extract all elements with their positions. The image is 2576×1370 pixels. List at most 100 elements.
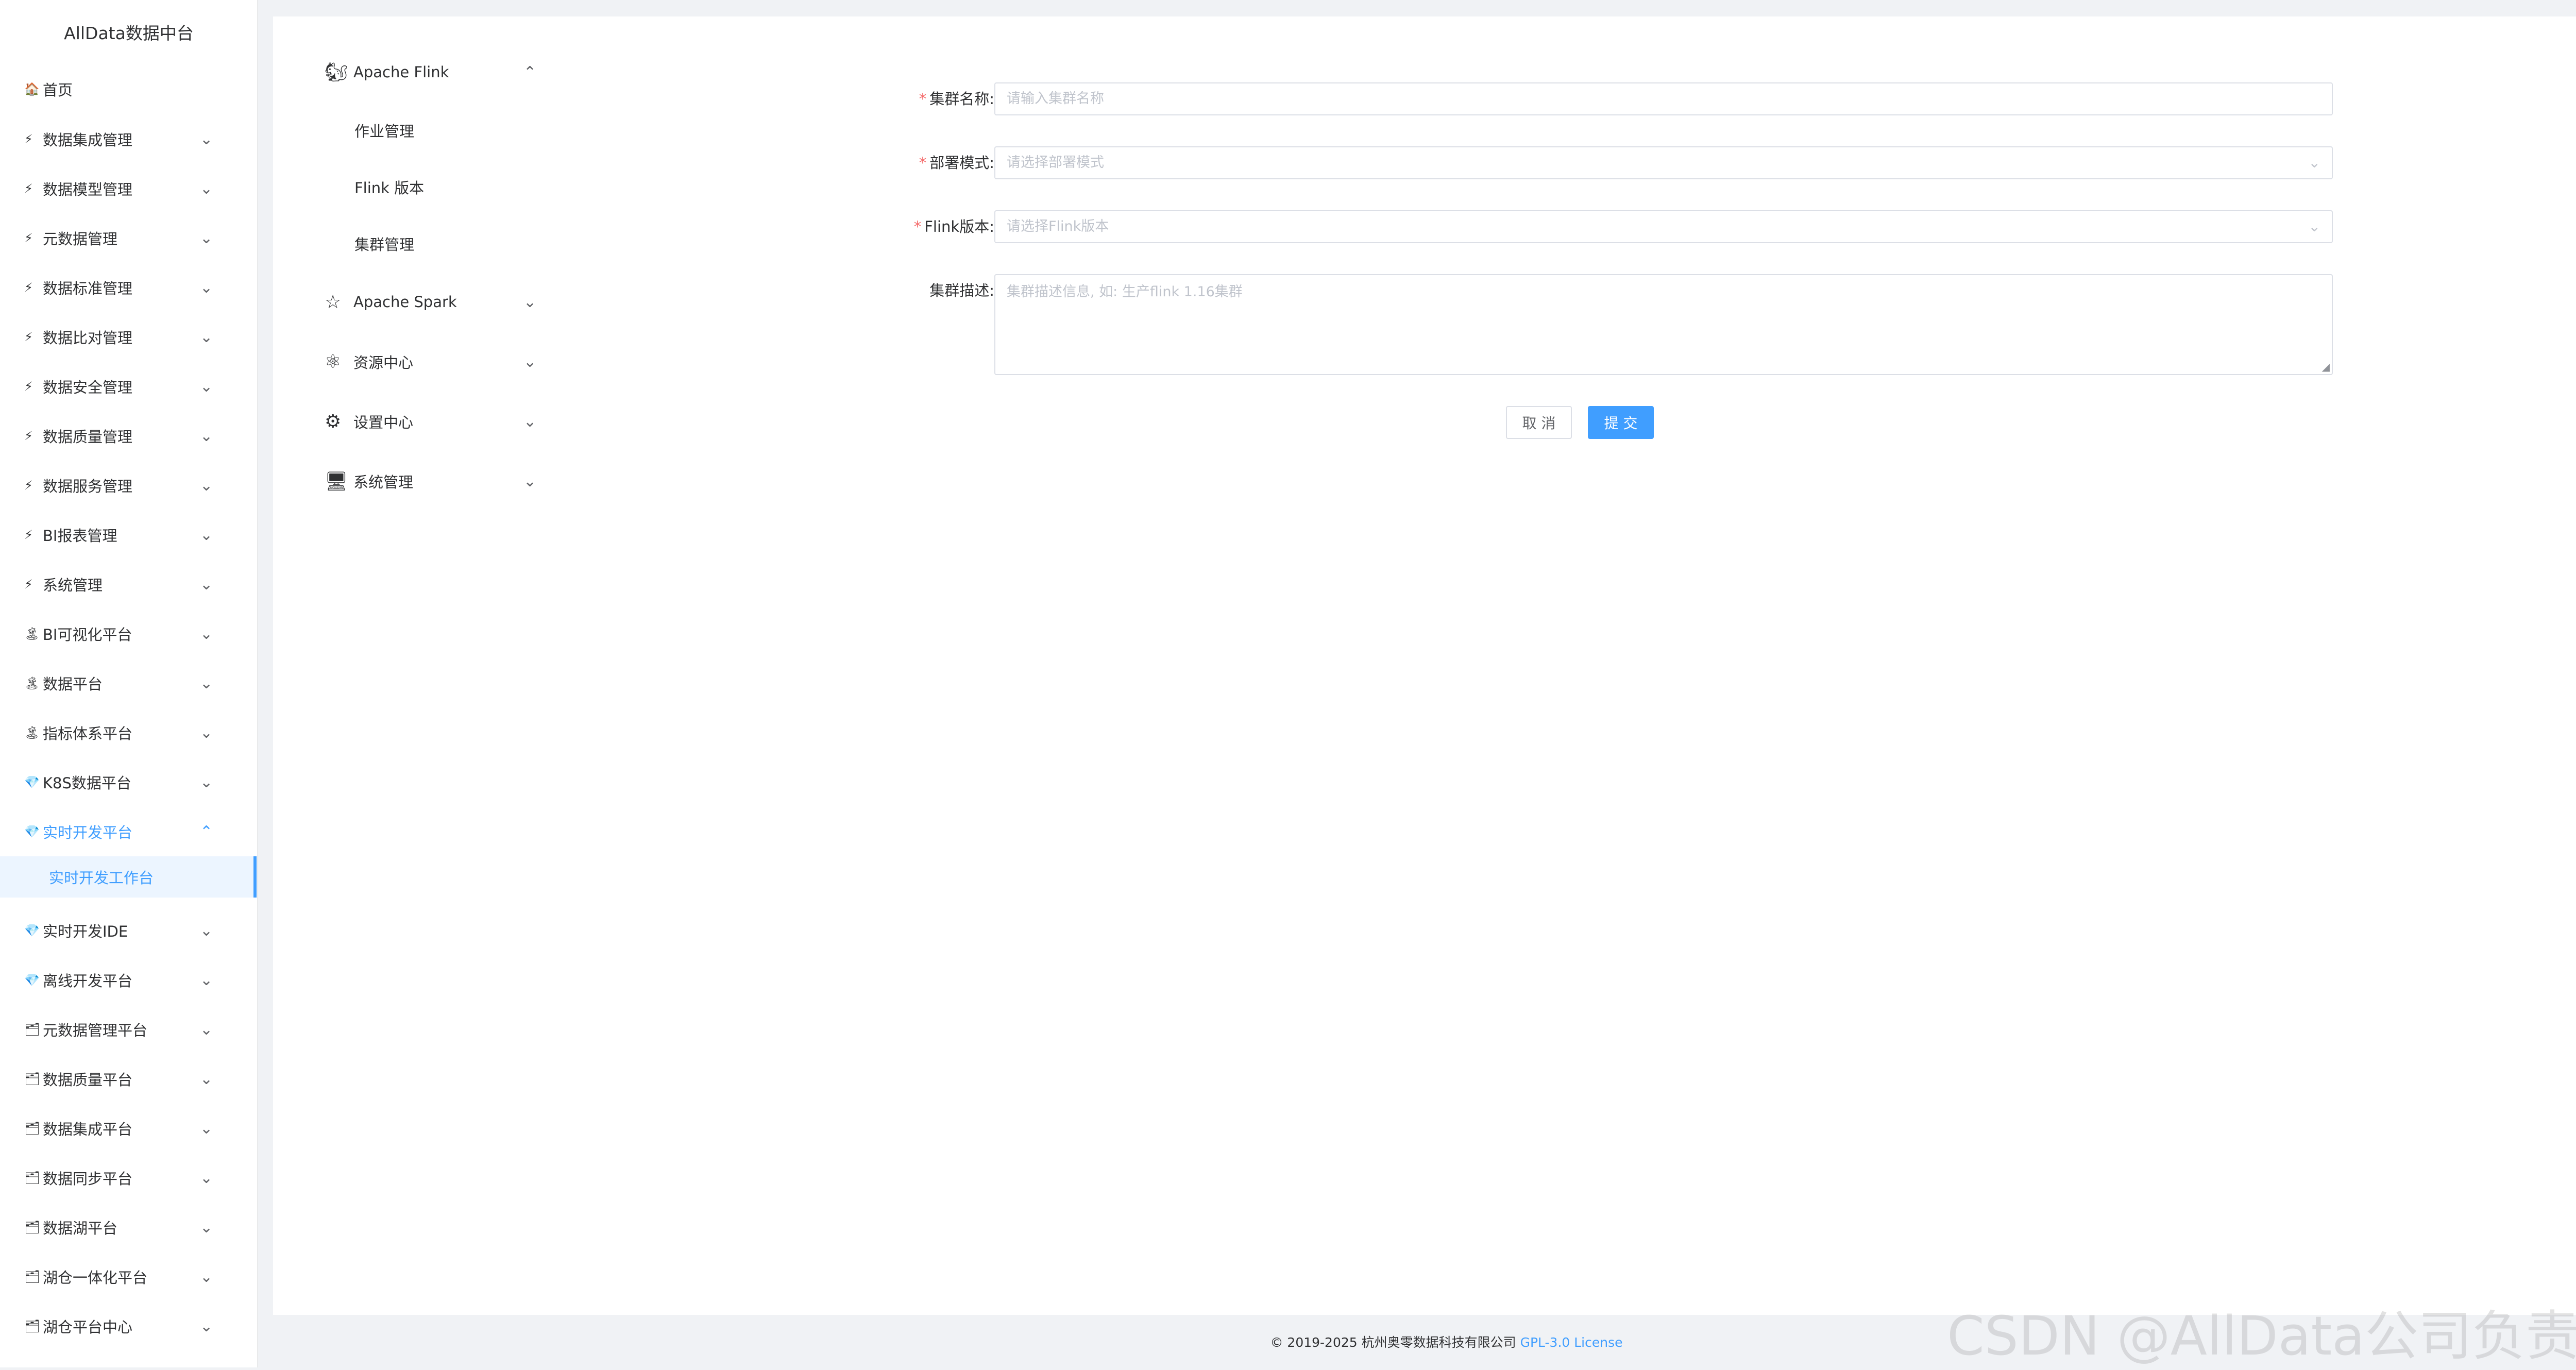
sidebar-item[interactable]: 🗂 湖仓一体化平台 ⌄ bbox=[0, 1252, 257, 1301]
menu-apache-flink[interactable]: 🐿 Apache Flink ⌃ bbox=[325, 52, 814, 93]
menu-group-label: 系统管理 bbox=[353, 473, 414, 491]
chevron-down-icon: ⌄ bbox=[200, 377, 213, 396]
sidebar-item[interactable]: ⚡ 系统管理 ⌄ bbox=[0, 560, 257, 609]
sidebar-subitem-realtime-workbench[interactable]: 实时开发工作台 bbox=[0, 856, 257, 898]
menu-group-label: 资源中心 bbox=[353, 354, 414, 371]
sidebar-item-label: 数据集成平台 bbox=[43, 1121, 133, 1138]
resize-handle-icon[interactable]: ◢ bbox=[2322, 361, 2330, 373]
chevron-down-icon: ⌄ bbox=[200, 674, 213, 692]
sidebar-item[interactable]: 🗂 数据质量平台 ⌄ bbox=[0, 1054, 257, 1104]
menu-group-label: Apache Flink bbox=[353, 63, 449, 81]
gem-icon: 💎 bbox=[24, 923, 40, 938]
chevron-down-icon: ⌄ bbox=[200, 278, 213, 297]
sidebar-item[interactable]: 🗂 元数据管理平台 ⌄ bbox=[0, 1005, 257, 1054]
menu-system-management[interactable]: 🖥 系统管理 ⌄ bbox=[325, 461, 814, 502]
sidebar-item-label: 指标体系平台 bbox=[43, 725, 133, 742]
sidebar-item[interactable]: 🏝 BI可视化平台 ⌄ bbox=[0, 609, 257, 658]
watermark: CSDN @AllData公司负责人 bbox=[1947, 1305, 2576, 1367]
chevron-down-icon: ⌄ bbox=[200, 1317, 213, 1335]
sidebar-item[interactable]: 💎 实时开发IDE ⌄ bbox=[0, 906, 257, 955]
sidebar-item[interactable]: ⚡ 数据服务管理 ⌄ bbox=[0, 461, 257, 510]
stack-icon: 🗂 bbox=[24, 1022, 40, 1037]
chevron-up-icon: ⌃ bbox=[200, 822, 213, 841]
deploy-mode-label: * 部署模式: bbox=[919, 154, 994, 172]
sidebar-item[interactable]: ⚡ 数据集成管理 ⌄ bbox=[0, 114, 257, 164]
chevron-down-icon: ⌄ bbox=[523, 412, 537, 431]
chevron-down-icon: ⌄ bbox=[200, 526, 213, 544]
sidebar-item[interactable]: ⚡ 元数据管理 ⌄ bbox=[0, 213, 257, 263]
bolt-icon: ⚡ bbox=[24, 280, 33, 295]
sidebar-item-label: 湖仓平台中心 bbox=[43, 1318, 133, 1336]
sidebar-item-label: 数据集成管理 bbox=[43, 131, 133, 149]
menu-group-label: 设置中心 bbox=[353, 414, 414, 431]
bolt-icon: ⚡ bbox=[24, 132, 33, 146]
sidebar-item-label: K8S数据平台 bbox=[43, 774, 131, 792]
chevron-down-icon: ⌄ bbox=[200, 971, 213, 989]
sidebar-item[interactable]: ⚡ 数据质量管理 ⌄ bbox=[0, 411, 257, 461]
sidebar-item[interactable]: 🏝 指标体系平台 ⌄ bbox=[0, 708, 257, 757]
sidebar-item-label: 数据质量平台 bbox=[43, 1071, 133, 1089]
cancel-button[interactable]: 取 消 bbox=[1506, 406, 1572, 439]
sidebar-item-home[interactable]: 🏠 首页 bbox=[0, 64, 257, 114]
chevron-down-icon: ⌄ bbox=[523, 293, 537, 311]
chevron-down-icon: ⌄ bbox=[200, 575, 213, 594]
flink-version-label: * Flink版本: bbox=[913, 218, 994, 235]
menu-settings-center[interactable]: ⚙ 设置中心 ⌄ bbox=[325, 401, 814, 442]
gem-icon: 💎 bbox=[24, 973, 40, 987]
gear-icon: ⚙ bbox=[325, 411, 342, 432]
chevron-up-icon: ⌃ bbox=[523, 63, 537, 81]
sidebar-item-label: 数据平台 bbox=[43, 675, 103, 693]
sidebar-item[interactable]: 🗂 数据同步平台 ⌄ bbox=[0, 1153, 257, 1203]
bolt-icon: ⚡ bbox=[24, 379, 33, 394]
submit-button[interactable]: 提 交 bbox=[1588, 406, 1654, 439]
sidebar-item[interactable]: ⚡ 数据标准管理 ⌄ bbox=[0, 263, 257, 312]
sidebar-item-label: 元数据管理平台 bbox=[43, 1022, 148, 1039]
sidebar-item[interactable]: 🗂 数据湖平台 ⌄ bbox=[0, 1203, 257, 1252]
chevron-down-icon: ⌄ bbox=[200, 179, 213, 198]
tree-icon: 🏝 bbox=[24, 725, 40, 740]
sidebar-item-label: 元数据管理 bbox=[43, 230, 118, 248]
description-placeholder: 集群描述信息, 如: 生产flink 1.16集群 bbox=[1007, 284, 1243, 300]
menu-item-cluster-management[interactable]: 集群管理 bbox=[354, 226, 414, 262]
sidebar-item[interactable]: 🗂 湖仓平台中心 ⌄ bbox=[0, 1301, 257, 1351]
sidebar-item[interactable]: 💎 实时开发平台 ⌃ bbox=[0, 807, 257, 856]
sidebar-item-label: 首页 bbox=[43, 81, 73, 99]
resource-cubes-icon: ⚛ bbox=[325, 351, 342, 373]
tree-icon: 🏝 bbox=[24, 676, 40, 690]
deploy-mode-placeholder: 请选择部署模式 bbox=[1007, 155, 1104, 171]
description-textarea[interactable]: 集群描述信息, 如: 生产flink 1.16集群 ◢ bbox=[994, 274, 2333, 375]
chevron-down-icon: ⌄ bbox=[200, 229, 213, 247]
stack-icon: 🗂 bbox=[24, 1270, 40, 1284]
cluster-name-input[interactable]: 请输入集群名称 bbox=[994, 82, 2333, 115]
sidebar-item-label: 数据安全管理 bbox=[43, 379, 133, 396]
sidebar-item[interactable]: 💎 离线开发平台 ⌄ bbox=[0, 955, 257, 1005]
sidebar: AllData数据中台 🏠 首页 ⚡ 数据集成管理 ⌄ ⚡ 数据模型管理 ⌄ ⚡ 元数据管理 ⌄… bbox=[0, 0, 258, 1367]
menu-apache-spark[interactable]: ☆ Apache Spark ⌄ bbox=[325, 281, 814, 323]
menu-resource-center[interactable]: ⚛ 资源中心 ⌄ bbox=[325, 341, 814, 382]
sidebar-item-label: 实时开发平台 bbox=[43, 824, 133, 841]
tree-icon: 🏝 bbox=[24, 627, 40, 641]
chevron-down-icon: ⌄ bbox=[2308, 154, 2320, 171]
sidebar-item[interactable]: 🗂 数据集成平台 ⌄ bbox=[0, 1104, 257, 1153]
license-link[interactable]: GPL-3.0 License bbox=[1520, 1335, 1623, 1350]
chevron-down-icon: ⌄ bbox=[200, 476, 213, 495]
sidebar-item-label: 实时开发IDE bbox=[43, 923, 128, 940]
chevron-down-icon: ⌄ bbox=[200, 1020, 213, 1039]
deploy-mode-select[interactable]: 请选择部署模式 ⌄ bbox=[994, 146, 2333, 179]
sidebar-item[interactable]: ⚡ 数据比对管理 ⌄ bbox=[0, 312, 257, 362]
chevron-down-icon: ⌄ bbox=[523, 472, 537, 491]
bolt-icon: ⚡ bbox=[24, 577, 33, 591]
sidebar-item[interactable]: 💎 K8S数据平台 ⌄ bbox=[0, 757, 257, 807]
stack-icon: 🗂 bbox=[24, 1220, 40, 1234]
menu-item-job-management[interactable]: 作业管理 bbox=[354, 112, 414, 148]
sidebar-item[interactable]: 🏝 数据平台 ⌄ bbox=[0, 658, 257, 708]
stack-icon: 🗂 bbox=[24, 1072, 40, 1086]
sidebar-item[interactable]: ⚡ 数据模型管理 ⌄ bbox=[0, 164, 257, 213]
sidebar-item[interactable]: ⚡ BI报表管理 ⌄ bbox=[0, 510, 257, 560]
sidebar-item-label: 离线开发平台 bbox=[43, 972, 133, 990]
menu-item-flink-version[interactable]: Flink 版本 bbox=[354, 169, 424, 205]
bolt-icon: ⚡ bbox=[24, 231, 33, 245]
flink-version-select[interactable]: 请选择Flink版本 ⌄ bbox=[994, 210, 2333, 243]
sidebar-item[interactable]: ⚡ 数据安全管理 ⌄ bbox=[0, 362, 257, 411]
chevron-down-icon: ⌄ bbox=[200, 1119, 213, 1138]
